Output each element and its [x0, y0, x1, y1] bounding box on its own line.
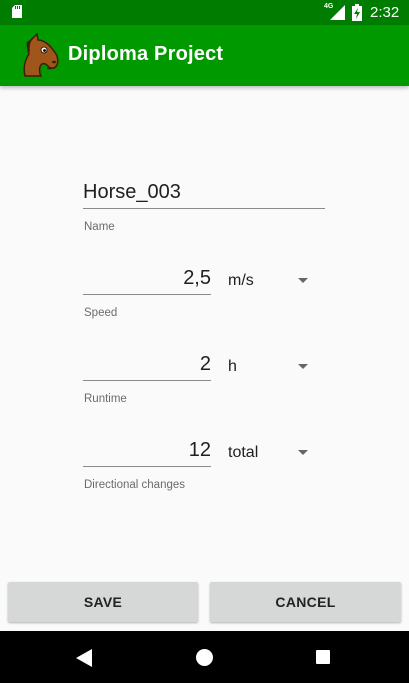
- runtime-input[interactable]: 2: [83, 353, 211, 376]
- home-icon[interactable]: [196, 649, 213, 666]
- speed-unit-select[interactable]: m/s: [228, 272, 254, 290]
- status-bar: 4G 2:32: [0, 0, 409, 25]
- cancel-button[interactable]: CANCEL: [210, 582, 401, 622]
- name-underline: [83, 208, 325, 209]
- speed-label: Speed: [84, 307, 118, 319]
- speed-input[interactable]: 2,5: [83, 267, 211, 290]
- name-label: Name: [84, 221, 115, 233]
- directional-changes-unit-select[interactable]: total: [228, 444, 258, 462]
- directional-changes-input[interactable]: 12: [83, 439, 211, 462]
- sd-card-icon: [12, 5, 22, 18]
- runtime-unit-dropdown-icon[interactable]: [298, 364, 308, 369]
- runtime-label: Runtime: [84, 393, 127, 405]
- app-title: Diploma Project: [68, 43, 224, 65]
- back-icon[interactable]: [76, 649, 92, 667]
- save-button[interactable]: SAVE: [8, 582, 198, 622]
- recents-icon[interactable]: [316, 650, 330, 664]
- battery-charging-icon: [352, 4, 362, 21]
- app-bar: Diploma Project: [0, 25, 409, 86]
- speed-unit-dropdown-icon[interactable]: [298, 278, 308, 283]
- directional-changes-unit-dropdown-icon[interactable]: [298, 450, 308, 455]
- directional-changes-underline: [83, 466, 211, 467]
- navigation-bar: [0, 631, 409, 683]
- clock: 2:32: [370, 4, 400, 21]
- runtime-underline: [83, 380, 211, 381]
- runtime-unit-select[interactable]: h: [228, 358, 237, 376]
- directional-changes-label: Directional changes: [84, 479, 186, 491]
- horse-logo-icon: [23, 32, 59, 77]
- signal-icon: [330, 5, 345, 20]
- speed-underline: [83, 294, 211, 295]
- name-input[interactable]: Horse_003: [83, 181, 181, 204]
